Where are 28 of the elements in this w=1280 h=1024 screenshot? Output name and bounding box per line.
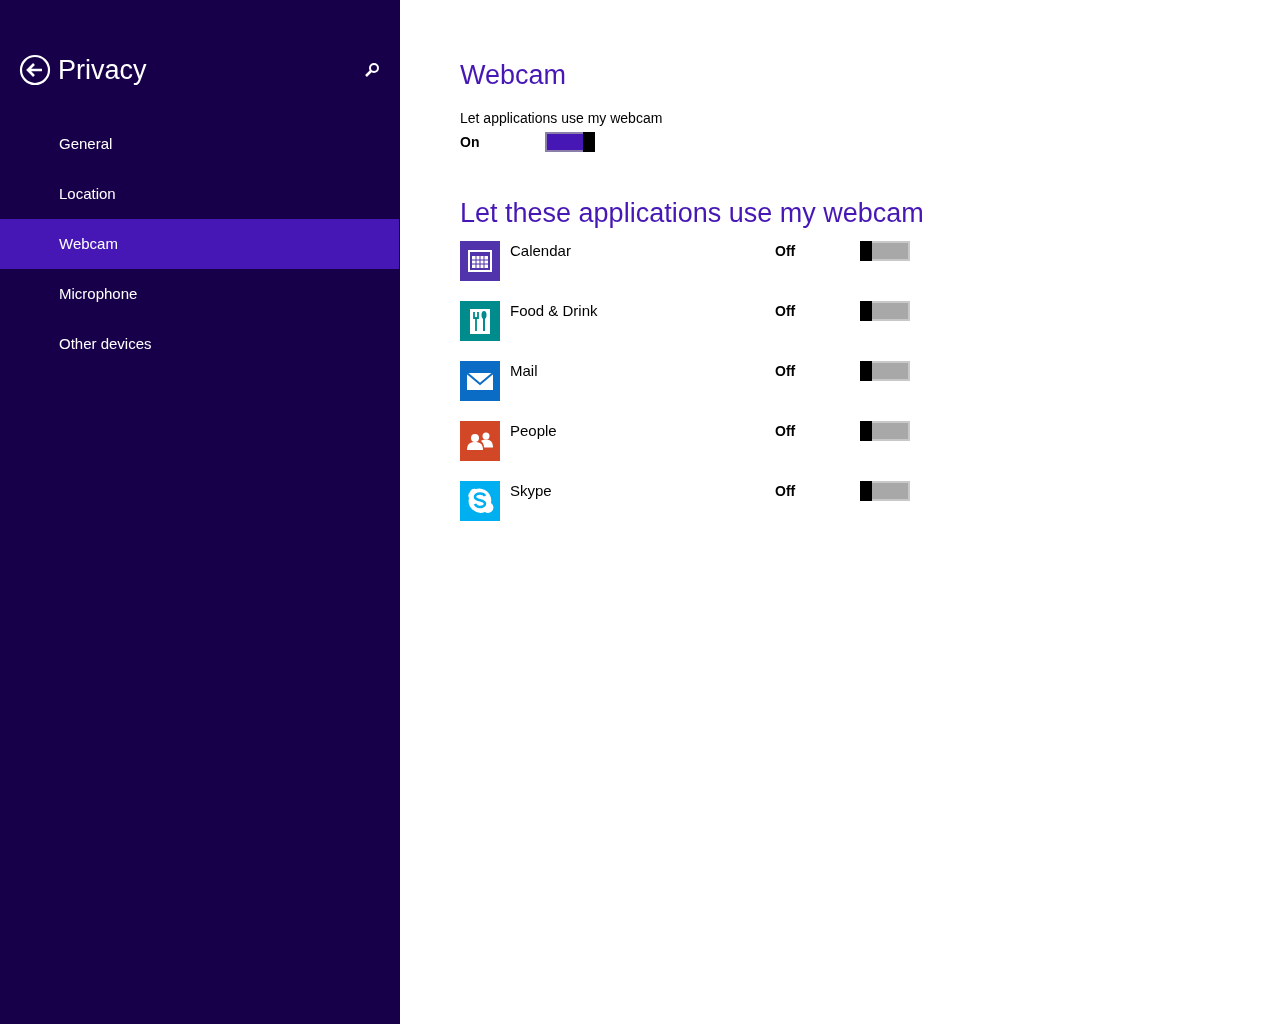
- toggle-state: On: [460, 132, 481, 152]
- section-heading: Let these applications use my webcam: [460, 196, 925, 230]
- app-name: Mail: [510, 361, 539, 381]
- nav-item[interactable]: General: [0, 119, 399, 169]
- toggle-state: Off: [775, 362, 797, 381]
- page-title: Webcam: [460, 59, 568, 92]
- toggle-switch[interactable]: [860, 421, 910, 441]
- nav-item[interactable]: Webcam: [0, 219, 399, 269]
- app-name: Food & Drink: [510, 301, 599, 321]
- toggle-switch[interactable]: [860, 361, 910, 381]
- nav-item[interactable]: Other devices: [0, 319, 399, 369]
- toggle-state: Off: [775, 482, 797, 501]
- app-name: Calendar: [510, 241, 572, 261]
- toggle-state: Off: [775, 422, 797, 441]
- toggle-switch[interactable]: [545, 132, 595, 152]
- app-name: Skype: [510, 481, 553, 501]
- nav-item[interactable]: Location: [0, 169, 399, 219]
- toggle-switch[interactable]: [860, 481, 910, 501]
- sidebar-title: Privacy: [58, 53, 147, 87]
- toggle-state: Off: [775, 302, 797, 321]
- toggle-switch[interactable]: [860, 301, 910, 321]
- toggle-switch[interactable]: [860, 241, 910, 261]
- setting-label: Let applications use my webcam: [460, 108, 664, 128]
- search-icon[interactable]: [364, 62, 380, 78]
- back-button[interactable]: [19, 54, 51, 86]
- toggle-state: Off: [775, 242, 797, 261]
- nav-item[interactable]: Microphone: [0, 269, 399, 319]
- app-name: People: [510, 421, 558, 441]
